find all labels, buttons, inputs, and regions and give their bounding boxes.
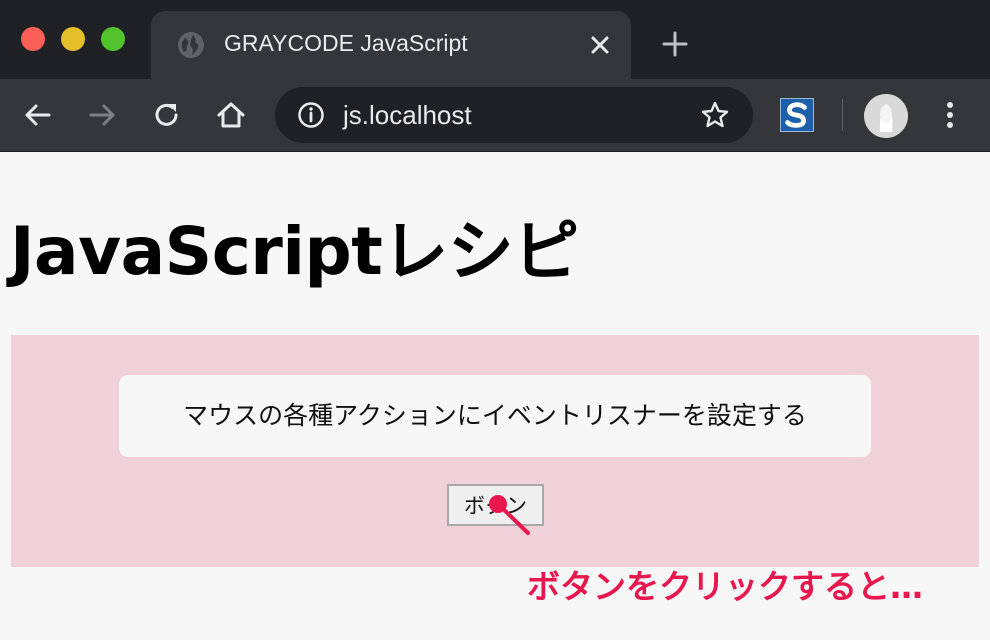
url-text: js.localhost xyxy=(343,100,472,130)
window-zoom-button[interactable] xyxy=(101,27,125,51)
message-text: マウスの各種アクションにイベントリスナーを設定する xyxy=(183,401,807,430)
annotation-text: ボタンをクリックすると… xyxy=(527,567,923,606)
address-bar[interactable]: js.localhost xyxy=(275,87,753,143)
page-title: JavaScriptレシピ xyxy=(10,213,579,290)
home-icon[interactable] xyxy=(215,99,247,131)
click-pointer-marker xyxy=(489,495,530,535)
page-content: JavaScriptレシピ マウスの各種アクションにイベントリスナーを設定する … xyxy=(0,153,990,640)
message-box: マウスの各種アクションにイベントリスナーを設定する xyxy=(119,375,871,457)
tab-title: GRAYCODE JavaScript xyxy=(224,30,468,56)
extension-s-icon[interactable] xyxy=(780,98,814,132)
browser-tab-active[interactable]: GRAYCODE JavaScript xyxy=(151,11,631,79)
tab-strip: GRAYCODE JavaScript xyxy=(0,0,990,79)
window-minimize-button[interactable] xyxy=(61,27,85,51)
info-icon[interactable] xyxy=(297,101,325,129)
profile-icon xyxy=(864,94,908,138)
avatar[interactable] xyxy=(864,94,908,138)
star-icon[interactable] xyxy=(700,100,730,130)
back-icon[interactable] xyxy=(22,99,54,131)
more-vert-icon[interactable] xyxy=(938,97,962,133)
reload-icon[interactable] xyxy=(151,99,183,131)
forward-icon[interactable] xyxy=(86,99,118,131)
window-close-button[interactable] xyxy=(21,27,45,51)
globe-icon xyxy=(178,32,204,58)
toolbar-divider xyxy=(842,99,843,131)
plus-icon[interactable] xyxy=(660,29,690,59)
browser-toolbar: js.localhost xyxy=(0,79,990,152)
close-icon[interactable] xyxy=(587,32,613,58)
